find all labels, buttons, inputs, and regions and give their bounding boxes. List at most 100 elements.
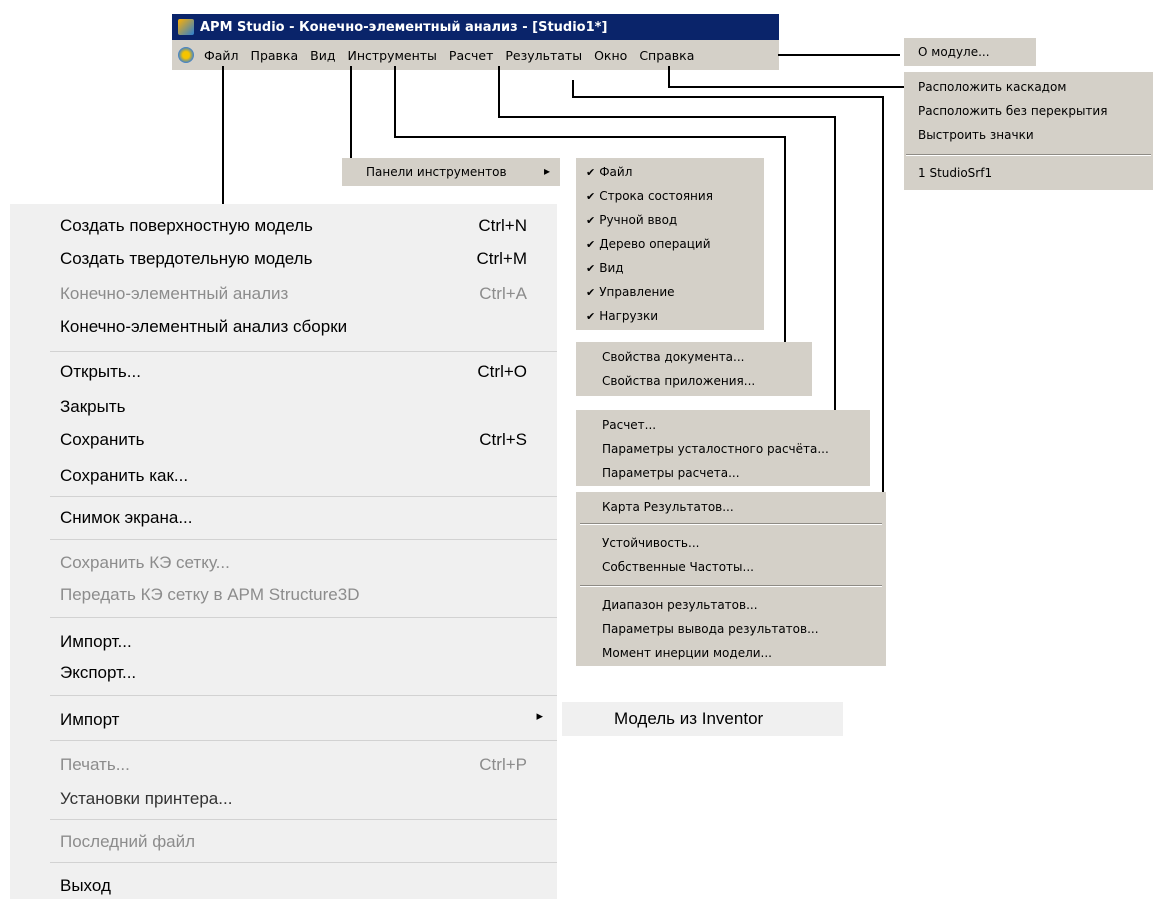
connector-window-h	[668, 86, 906, 88]
results-map-item[interactable]: Карта Результатов...	[602, 500, 734, 514]
toolbar-file-item[interactable]: ✔ Файл	[586, 165, 632, 179]
check-icon: ✔	[586, 190, 596, 203]
fe-assembly-item[interactable]: Конечно-элементный анализ сборки	[60, 317, 347, 337]
check-icon: ✔	[586, 310, 596, 323]
recent-file-item[interactable]: Последний файл	[60, 832, 195, 852]
window-cascade-item[interactable]: Расположить каскадом	[918, 80, 1066, 94]
separator	[50, 819, 557, 820]
menu-calc[interactable]: Расчет	[443, 48, 499, 63]
menu-results[interactable]: Результаты	[499, 48, 588, 63]
shortcut-label: Ctrl+O	[477, 362, 527, 381]
connector-view	[350, 66, 352, 172]
connector-calc-h	[498, 116, 836, 118]
connector-results-drop	[882, 96, 884, 492]
close-item[interactable]: Закрыть	[60, 397, 125, 417]
printer-setup-item[interactable]: Установки принтера...	[60, 789, 232, 809]
app-icon	[178, 19, 194, 35]
check-icon: ✔	[586, 166, 596, 179]
check-icon: ✔	[586, 238, 596, 251]
separator	[50, 740, 557, 741]
toolbar-loads-item[interactable]: ✔ Нагрузки	[586, 309, 658, 323]
import-submenu: Модель из Inventor	[562, 702, 843, 736]
view-menu: Панели инструментов ▸	[342, 158, 560, 186]
calc-item[interactable]: Расчет...	[602, 418, 656, 432]
connector-results-h	[572, 96, 884, 98]
separator	[50, 539, 557, 540]
exit-item[interactable]: Выход	[60, 876, 111, 896]
toolbar-status-item[interactable]: ✔ Строка состояния	[586, 189, 713, 203]
separator	[580, 523, 882, 525]
fe-analysis-item[interactable]: Конечно-элементный анализ	[60, 284, 288, 304]
about-item[interactable]: О модуле...	[918, 45, 990, 59]
doc-props-item[interactable]: Свойства документа...	[602, 350, 744, 364]
menu-window[interactable]: Окно	[588, 48, 633, 63]
shortcut-label: Ctrl+S	[479, 430, 527, 449]
connector-tools-v	[394, 66, 396, 138]
window-doc-item[interactable]: 1 StudioSrf1	[918, 166, 992, 180]
inventor-model-item[interactable]: Модель из Inventor	[614, 709, 763, 729]
menu-tools[interactable]: Инструменты	[341, 48, 442, 63]
stability-item[interactable]: Устойчивость...	[602, 536, 699, 550]
separator	[50, 617, 557, 618]
toolbars-submenu: ✔ Файл ✔ Строка состояния ✔ Ручной ввод ✔ Де…	[576, 158, 764, 330]
save-mesh-item[interactable]: Сохранить КЭ сетку...	[60, 553, 230, 573]
new-surface-item[interactable]: Создать поверхностную модель	[60, 216, 313, 236]
document-icon[interactable]	[178, 47, 194, 63]
submenu-arrow-icon: ▸	[543, 164, 550, 178]
check-icon: ✔	[586, 262, 596, 275]
toolbar-view-item[interactable]: ✔ Вид	[586, 261, 624, 275]
open-item[interactable]: Открыть...	[60, 362, 141, 382]
import-submenu-item[interactable]: Импорт	[60, 710, 119, 730]
toolbar-manual-input-item[interactable]: ✔ Ручной ввод	[586, 213, 677, 227]
export-item[interactable]: Экспорт...	[60, 663, 136, 683]
calc-menu: Расчет... Параметры усталостного расчёта…	[576, 410, 870, 486]
connector-help	[778, 54, 900, 56]
menu-file[interactable]: Файл	[198, 48, 245, 63]
connector-file	[222, 66, 224, 206]
frequencies-item[interactable]: Собственные Частоты...	[602, 560, 754, 574]
separator	[580, 585, 882, 587]
shortcut-label: Ctrl+A	[479, 284, 527, 303]
window-tile-item[interactable]: Расположить без перекрытия	[918, 104, 1107, 118]
connector-tools-h	[394, 136, 786, 138]
window-title: APM Studio - Конечно-элементный анализ -…	[200, 19, 608, 35]
submenu-arrow-icon: ▸	[536, 708, 543, 723]
save-item[interactable]: Сохранить	[60, 430, 144, 450]
import-dialog-item[interactable]: Импорт...	[60, 632, 132, 652]
new-solid-item[interactable]: Создать твердотельную модель	[60, 249, 312, 269]
save-as-item[interactable]: Сохранить как...	[60, 466, 188, 486]
screenshot-item[interactable]: Снимок экрана...	[60, 508, 193, 528]
calc-params-item[interactable]: Параметры расчета...	[602, 466, 740, 480]
results-menu: Карта Результатов... Устойчивость... Соб…	[576, 492, 886, 666]
connector-calc-drop	[834, 116, 836, 412]
connector-tools-drop	[784, 136, 786, 342]
window-menu: Расположить каскадом Расположить без пер…	[904, 72, 1153, 190]
connector-window-v	[668, 66, 670, 88]
menu-edit[interactable]: Правка	[245, 48, 305, 63]
separator	[50, 351, 557, 352]
fatigue-params-item[interactable]: Параметры усталостного расчёта...	[602, 442, 829, 456]
shortcut-label: Ctrl+M	[476, 249, 527, 268]
print-item[interactable]: Печать...	[60, 755, 130, 775]
output-params-item[interactable]: Параметры вывода результатов...	[602, 622, 819, 636]
window-arrange-icons-item[interactable]: Выстроить значки	[918, 128, 1034, 142]
send-mesh-item[interactable]: Передать КЭ сетку в APM Structure3D	[60, 585, 359, 605]
toolbars-item[interactable]: Панели инструментов	[366, 165, 507, 179]
menu-help[interactable]: Справка	[633, 48, 700, 63]
separator	[50, 695, 557, 696]
menu-view[interactable]: Вид	[304, 48, 341, 63]
app-props-item[interactable]: Свойства приложения...	[602, 374, 755, 388]
toolbar-tree-item[interactable]: ✔ Дерево операций	[586, 237, 711, 251]
separator	[50, 496, 557, 497]
toolbar-control-item[interactable]: ✔ Управление	[586, 285, 675, 299]
connector-calc-v	[498, 66, 500, 118]
window-titlebar: APM Studio - Конечно-элементный анализ -…	[172, 14, 779, 40]
check-icon: ✔	[586, 286, 596, 299]
shortcut-label: Ctrl+N	[478, 216, 527, 235]
menubar: Файл Правка Вид Инструменты Расчет Резул…	[172, 40, 779, 70]
shortcut-label: Ctrl+P	[479, 755, 527, 774]
help-menu: О модуле...	[904, 38, 1036, 66]
check-icon: ✔	[586, 214, 596, 227]
inertia-item[interactable]: Момент инерции модели...	[602, 646, 772, 660]
results-range-item[interactable]: Диапазон результатов...	[602, 598, 758, 612]
